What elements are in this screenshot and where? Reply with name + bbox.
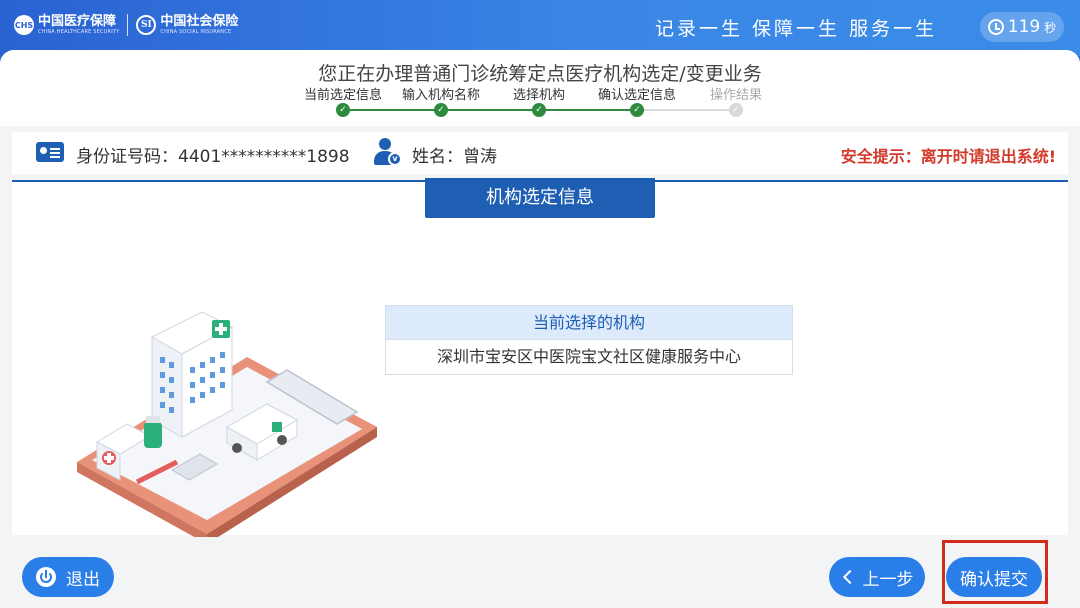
hospital-illustration (77, 312, 377, 537)
previous-step-button[interactable]: 上一步 (829, 557, 925, 597)
confirm-label: 确认提交 (960, 569, 1028, 590)
institution-header: 当前选择的机构 (386, 306, 792, 340)
step-label: 选择机构 (512, 88, 565, 103)
check-icon: ✓ (336, 103, 350, 117)
step-5: 操作结果 ✓ (686, 84, 786, 117)
step-4: 确认选定信息 ✓ (587, 84, 687, 117)
step-3: 选择机构 ✓ (489, 84, 589, 117)
verified-badge: v (388, 152, 402, 166)
section-title: 机构选定信息 (425, 178, 655, 218)
user-name: 姓名：曾涛 (412, 147, 497, 167)
chs-logo-cn: 中国医疗保障 (38, 14, 117, 29)
step-label: 操作结果 (709, 88, 762, 103)
user-head (379, 138, 391, 150)
progress-steps: 当前选定信息 ✓ 输入机构名称 ✓ 选择机构 ✓ 确认选定信息 ✓ 操作结果 ✓ (0, 84, 1080, 120)
power-icon (36, 567, 56, 587)
id-card-icon (36, 142, 64, 162)
step-connector (637, 109, 736, 111)
countdown-timer: 119 秒 (980, 12, 1064, 42)
institution-table: 当前选择的机构 深圳市宝安区中医院宝文社区健康服务中心 (385, 305, 793, 375)
title-area: 您正在办理普通门诊统筹定点医疗机构选定/变更业务 当前选定信息 ✓ 输入机构名称… (0, 50, 1080, 126)
alarm-clock-icon (987, 19, 1004, 35)
step-label: 确认选定信息 (597, 88, 676, 103)
step-connector (441, 109, 539, 111)
check-icon: ✓ (434, 103, 448, 117)
page-body: 您正在办理普通门诊统筹定点医疗机构选定/变更业务 当前选定信息 ✓ 输入机构名称… (0, 50, 1080, 608)
chs-logo-text: 中国医疗保障 CHINA HEALTHCARE SECURITY (38, 15, 119, 35)
check-icon: ✓ (630, 103, 644, 117)
confirm-submit-button[interactable]: 确认提交 (946, 557, 1042, 597)
si-logo-en: CHINA SOCIAL INSURANCE (160, 29, 232, 35)
step-connector (539, 109, 637, 111)
timer-value: 119 (1007, 17, 1041, 37)
header-slogan: 记录一生 保障一生 服务一生 (655, 18, 938, 40)
si-logo-text: 中国社会保险 CHINA SOCIAL INSURANCE (160, 15, 238, 35)
page-title: 您正在办理普通门诊统筹定点医疗机构选定/变更业务 (318, 63, 762, 85)
check-icon: ✓ (532, 103, 546, 117)
step-label: 输入机构名称 (401, 88, 480, 103)
chs-logo-icon: CHS (14, 15, 34, 35)
si-logo-cn: 中国社会保险 (160, 14, 239, 29)
step-connector (343, 109, 441, 111)
step-2: 输入机构名称 ✓ (391, 84, 491, 117)
exit-button[interactable]: 退出 (22, 557, 114, 597)
security-warning: 安全提示：离开时请退出系统! (840, 147, 1056, 166)
id-number: 身份证号码：4401**********1898 (76, 147, 350, 167)
exit-label: 退出 (66, 569, 100, 590)
chs-logo-en: CHINA HEALTHCARE SECURITY (38, 29, 120, 35)
logo-group: CHS 中国医疗保障 CHINA HEALTHCARE SECURITY SI … (14, 14, 238, 36)
chevron-left-icon (842, 569, 857, 585)
logo-separator (127, 14, 129, 36)
main-panel: 机构选定信息 当前选择的机构 深圳市宝安区中医院宝文社区健康服务中心 (12, 178, 1068, 537)
previous-label: 上一步 (862, 569, 914, 590)
si-logo-icon: SI (136, 15, 157, 35)
step-label: 当前选定信息 (303, 88, 382, 103)
timer-unit: 秒 (1044, 20, 1057, 35)
verified-user-icon: v (374, 138, 402, 168)
top-header: CHS 中国医疗保障 CHINA HEALTHCARE SECURITY SI … (0, 0, 1080, 56)
institution-name: 深圳市宝安区中医院宝文社区健康服务中心 (386, 340, 792, 374)
check-icon: ✓ (729, 103, 743, 117)
user-info-bar: 身份证号码：4401**********1898 v 姓名：曾涛 安全提示：离开… (12, 132, 1068, 174)
step-1: 当前选定信息 ✓ (293, 84, 393, 117)
